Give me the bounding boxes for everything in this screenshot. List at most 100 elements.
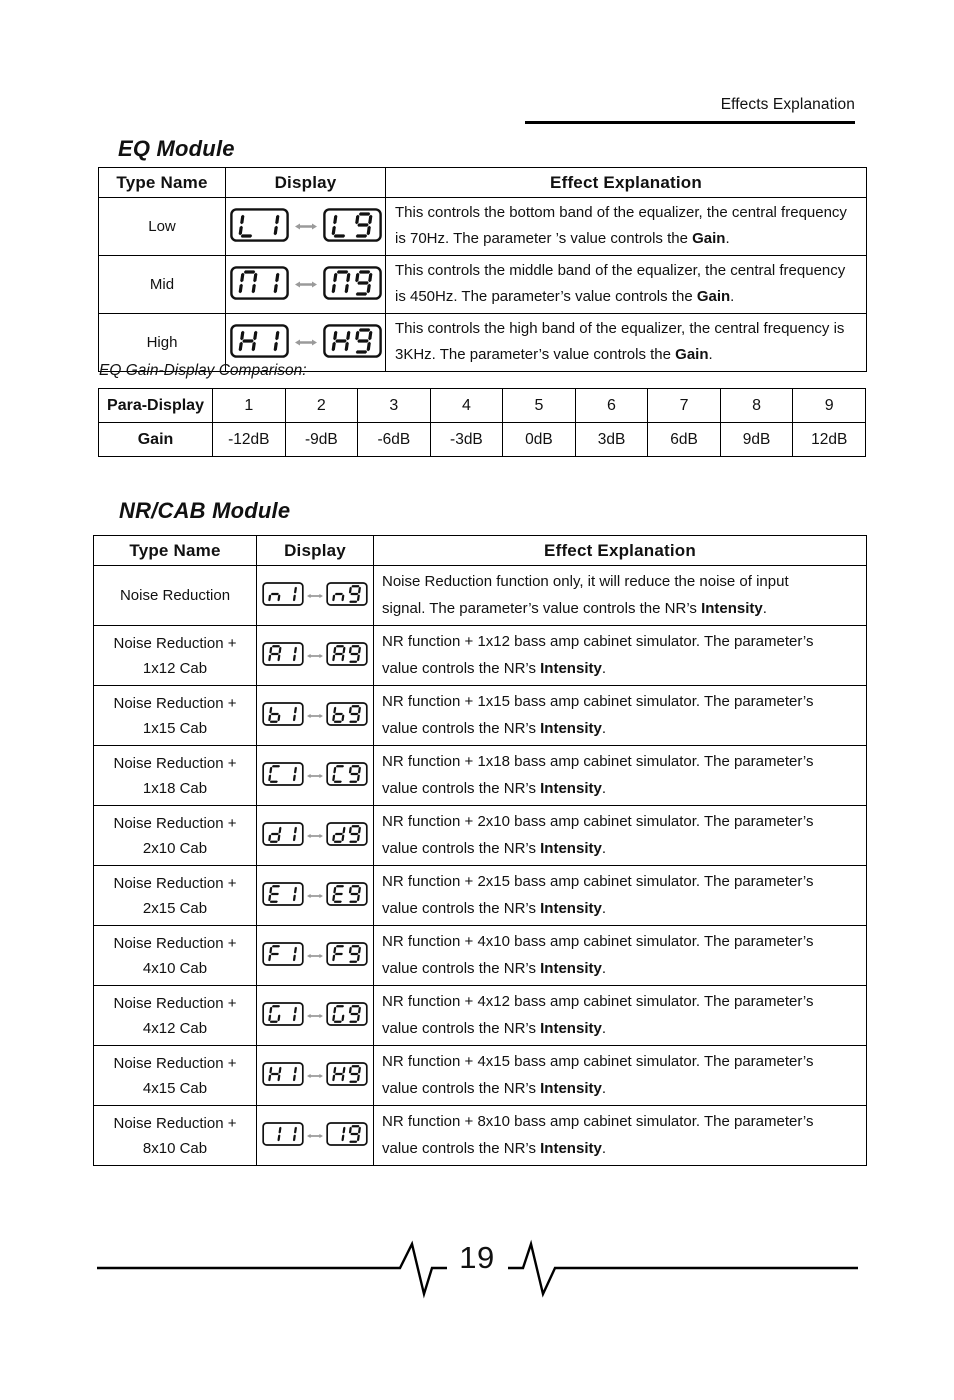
nr-explanation-cell: NR function + 1x15 bass amp cabinet simu… bbox=[373, 685, 867, 746]
nr-type-name: Noise Reduction +1x15 Cab bbox=[93, 685, 257, 746]
column-header-type-name: Type Name bbox=[98, 167, 226, 198]
nr-display-cell bbox=[256, 805, 374, 866]
display-code-to bbox=[326, 581, 368, 610]
eq-module-heading: EQ Module bbox=[118, 136, 235, 161]
display-code-to bbox=[322, 207, 382, 246]
table-row: Noise Reduction +1x18 Cab NR function + 1… bbox=[93, 745, 867, 806]
display-code-from bbox=[229, 265, 289, 304]
eq-type-name: Mid bbox=[98, 255, 226, 314]
explanation-text: NR function + 8x10 bass amp cabinet simu… bbox=[374, 1106, 866, 1165]
display-code-from bbox=[262, 881, 304, 910]
explanation-text: NR function + 1x15 bass amp cabinet simu… bbox=[374, 686, 866, 745]
gain-cell: -6dB bbox=[357, 422, 431, 457]
nr-explanation-cell: NR function + 4x12 bass amp cabinet simu… bbox=[373, 985, 867, 1046]
header-title: Effects Explanation bbox=[720, 96, 855, 113]
explanation-last-line: value controls the NR’s Intensity. bbox=[382, 780, 606, 797]
gain-cell: 5 bbox=[502, 388, 576, 423]
display-code-to bbox=[326, 1001, 368, 1030]
display-code-to bbox=[326, 941, 368, 970]
display-code-from bbox=[262, 1121, 304, 1150]
display-code-from bbox=[229, 207, 289, 246]
display-code-from bbox=[229, 323, 289, 362]
emphasis-term: Intensity bbox=[540, 720, 602, 737]
display-code-from bbox=[262, 941, 304, 970]
emphasis-term: Gain bbox=[696, 288, 731, 305]
column-header-display: Display bbox=[225, 167, 386, 198]
bidirectional-arrow-icon bbox=[294, 221, 317, 232]
gain-cell: -3dB bbox=[429, 422, 504, 457]
emphasis-term: Intensity bbox=[540, 660, 602, 677]
bidirectional-arrow-icon bbox=[307, 832, 323, 840]
emphasis-term: Intensity bbox=[701, 600, 763, 617]
nr-type-name: Noise Reduction +8x10 Cab bbox=[93, 1105, 257, 1166]
emphasis-term: Gain bbox=[675, 346, 709, 363]
table-row: Noise Reduction +4x10 Cab NR function + 4… bbox=[93, 925, 867, 986]
gain-cell: -12dB bbox=[212, 422, 286, 457]
gain-cell: 7 bbox=[647, 388, 721, 423]
display-range bbox=[226, 323, 385, 362]
display-code-from bbox=[262, 761, 304, 790]
table-row: Mid This controls the middle band of the … bbox=[98, 255, 867, 314]
eq-display-cell bbox=[225, 255, 386, 314]
gain-row-label: Para-Display bbox=[98, 388, 213, 423]
eq-type-name: Low bbox=[98, 197, 226, 256]
bidirectional-arrow-icon bbox=[307, 712, 323, 720]
display-code-from bbox=[262, 641, 304, 670]
table-row: Noise Reduction +2x15 Cab NR function + 2… bbox=[93, 865, 867, 926]
bidirectional-arrow-icon bbox=[307, 1072, 323, 1080]
nr-type-name: Noise Reduction +2x15 Cab bbox=[93, 865, 257, 926]
nr-type-name: Noise Reduction +4x15 Cab bbox=[93, 1045, 257, 1106]
display-code-to bbox=[326, 821, 368, 850]
nr-explanation-cell: Noise Reduction function only, it will r… bbox=[373, 565, 867, 626]
bidirectional-arrow-icon bbox=[307, 952, 323, 960]
display-code-from bbox=[262, 1061, 304, 1090]
nr-display-cell bbox=[256, 1045, 374, 1106]
nr-type-name: Noise Reduction +1x18 Cab bbox=[93, 745, 257, 806]
display-range bbox=[257, 1061, 373, 1090]
explanation-text: NR function + 4x15 bass amp cabinet simu… bbox=[374, 1046, 866, 1105]
explanation-last-line: value controls the NR’s Intensity. bbox=[382, 960, 606, 977]
nr-explanation-cell: NR function + 1x12 bass amp cabinet simu… bbox=[373, 625, 867, 686]
emphasis-term: Gain bbox=[692, 230, 726, 247]
nrcab-module-heading: NR/CAB Module bbox=[119, 498, 291, 523]
gain-cell: 0dB bbox=[502, 422, 576, 457]
eq-gain-caption: EQ Gain-Display Comparison: bbox=[99, 362, 307, 379]
explanation-text: This controls the middle band of the equ… bbox=[395, 262, 846, 305]
gain-row-label: Gain bbox=[98, 422, 213, 457]
table-row: Noise Reduction +4x12 Cab NR function + 4… bbox=[93, 985, 867, 1046]
gain-cell: 12dB bbox=[792, 422, 866, 457]
column-header-effect-explanation: Effect Explanation bbox=[385, 167, 867, 198]
eq-display-cell bbox=[225, 197, 386, 256]
nr-display-cell bbox=[256, 625, 374, 686]
emphasis-term: Intensity bbox=[540, 1140, 602, 1157]
bidirectional-arrow-icon bbox=[307, 592, 323, 600]
display-code-to bbox=[326, 641, 368, 670]
display-range bbox=[226, 265, 385, 304]
nr-display-cell bbox=[256, 865, 374, 926]
type-name-text: Noise Reduction +4x15 Cab bbox=[113, 1054, 237, 1097]
display-range bbox=[257, 1001, 373, 1030]
table-row: Low This controls the bottom band of the … bbox=[98, 197, 867, 256]
table-row: Noise Reduction +8x10 Cab NR function + 8… bbox=[93, 1105, 867, 1166]
nr-type-name: Noise Reduction +2x10 Cab bbox=[93, 805, 257, 866]
table-row: Noise Reduction Noise Reduction function … bbox=[93, 565, 867, 626]
nr-type-name: Noise Reduction +1x12 Cab bbox=[93, 625, 257, 686]
display-code-from bbox=[262, 581, 304, 610]
emphasis-term: Intensity bbox=[540, 1020, 602, 1037]
gain-cell: 2 bbox=[284, 388, 359, 423]
explanation-last-line: value controls the NR’s Intensity. bbox=[382, 1140, 606, 1157]
emphasis-term: Intensity bbox=[540, 780, 602, 797]
display-code-to bbox=[322, 265, 382, 304]
nr-type-name: Noise Reduction +4x10 Cab bbox=[93, 925, 257, 986]
type-name-text: Noise Reduction +2x15 Cab bbox=[113, 874, 237, 917]
table-row: Noise Reduction +2x10 Cab NR function + 2… bbox=[93, 805, 867, 866]
nr-display-cell bbox=[256, 565, 374, 626]
nr-explanation-cell: NR function + 4x15 bass amp cabinet simu… bbox=[373, 1045, 867, 1106]
type-name-text: Noise Reduction +1x15 Cab bbox=[113, 694, 237, 737]
nr-display-cell bbox=[256, 985, 374, 1046]
table-row: Para-Display 1 2 3 4 5 6 7 8 9 bbox=[98, 388, 866, 423]
type-name-text: Noise Reduction +1x18 Cab bbox=[113, 754, 237, 797]
display-code-from bbox=[262, 821, 304, 850]
gain-cell: 9dB bbox=[719, 422, 794, 457]
nr-explanation-cell: NR function + 8x10 bass amp cabinet simu… bbox=[373, 1105, 867, 1166]
